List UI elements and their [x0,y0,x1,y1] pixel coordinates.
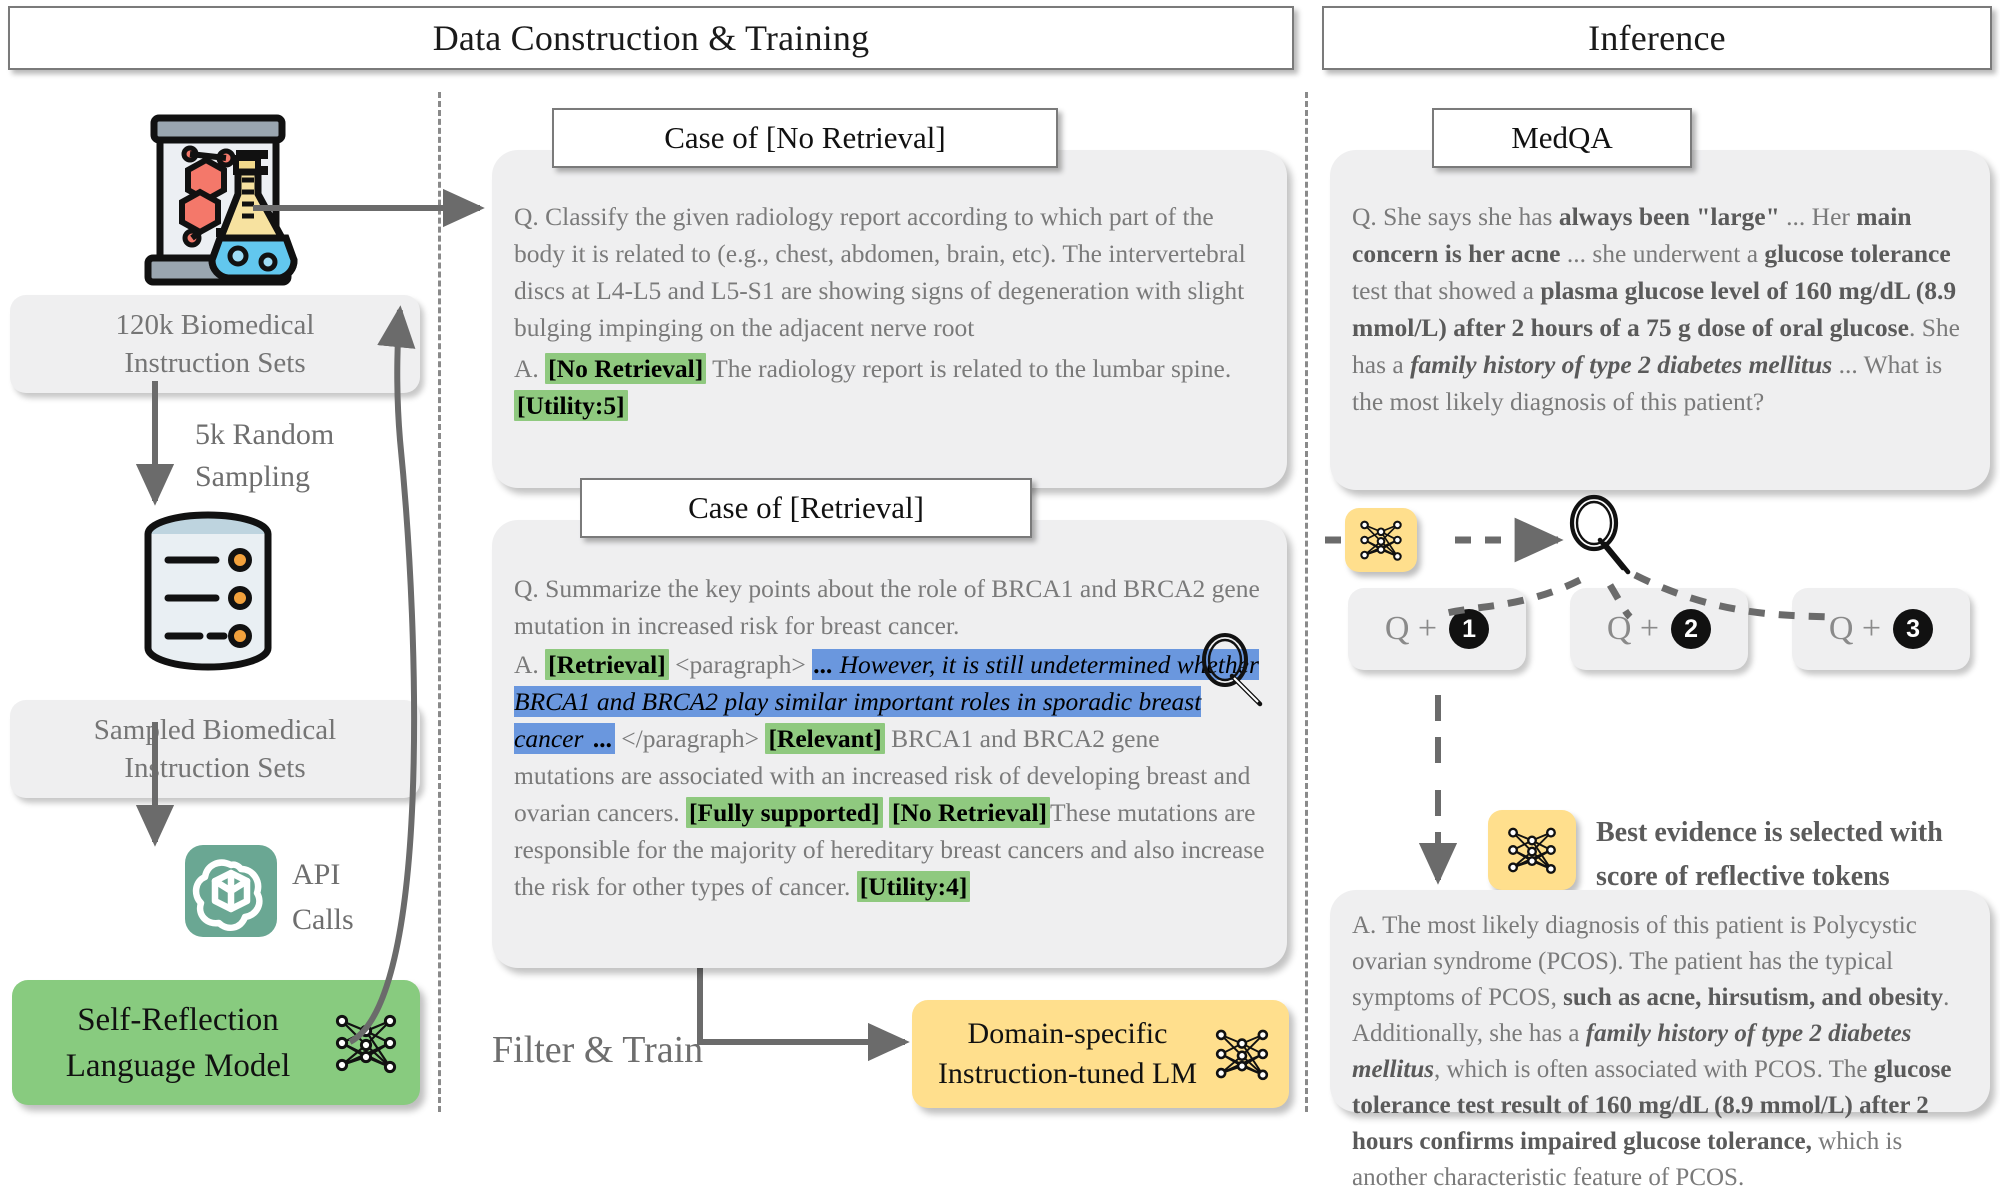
final-a-seg3: , which is often associated with PCOS. T… [1433,1056,1874,1083]
evidence-trail-ellipsis: ... [587,724,613,753]
section-header-right: Inference [1322,6,1992,70]
token-no-retrieval-2: [No Retrieval] [888,797,1051,828]
selection-note-line1: Best evidence is selected with [1596,817,1943,848]
tab-medqa: MedQA [1432,108,1692,168]
source-dataset-line2: Instruction Sets [124,347,306,379]
nr-question-prefix: Q. [514,202,539,231]
candidate-q-1[interactable]: Q + 1 [1348,588,1526,670]
panel-medqa-question: Q. She says she has always been "large" … [1330,150,1990,490]
panel-case-retrieval: Q. Summarize the key points about the ro… [492,520,1287,968]
candidate-2-label: Q + [1606,610,1660,647]
candidate-q-3[interactable]: Q + 3 [1792,588,1970,670]
candidate-3-label: Q + [1828,610,1882,647]
medqa-q-italic1: family history of type 2 diabetes mellit… [1410,350,1833,379]
sampling-label-line1: 5k Random [195,418,335,451]
candidate-1-label: Q + [1384,610,1438,647]
r-question-text: Summarize the key points about the role … [514,574,1260,640]
reflective-model-tile-2[interactable] [1488,810,1576,890]
token-relevant: [Relevant] [765,723,885,754]
filter-train-label: Filter & Train [492,1029,704,1071]
medqa-q-seg1: She says she has [1383,202,1559,231]
candidate-1-number: 1 [1449,609,1490,649]
medqa-question-prefix: Q. [1352,202,1377,231]
section-header-left: Data Construction & Training [8,6,1294,70]
nr-answer-text: The radiology report is related to the l… [706,354,1232,383]
tab-case-retrieval-label: Case of [Retrieval] [688,490,924,525]
section-header-right-label: Inference [1588,18,1726,58]
reflective-model-tile-1[interactable] [1345,508,1417,572]
medqa-q-bold3: glucose tolerance [1764,239,1951,268]
medqa-q-seg3: ... she underwent a [1560,239,1765,268]
final-a-bold1: such as acne, hirsutism, and obesity [1563,984,1944,1011]
sampling-label-line2: Sampling [195,460,311,493]
domain-specific-instruction-tuned-lm[interactable]: Domain-specific Instruction-tuned LM [912,1000,1289,1108]
neural-network-icon [1209,1021,1275,1087]
self-reflection-line2: Language Model [65,1047,291,1084]
target-model-line2: Instruction-tuned LM [937,1057,1198,1090]
token-utility-4: [Utility:4] [856,871,971,902]
chip-source-dataset: 120k Biomedical Instruction Sets [10,295,420,393]
paragraph-open-tag: <paragraph> [675,650,806,679]
divider-left [438,92,441,1112]
evidence-lead-ellipsis: ... [814,650,840,679]
candidate-3-number: 3 [1893,609,1934,649]
token-retrieval: [Retrieval] [545,649,669,680]
tab-case-retrieval: Case of [Retrieval] [580,478,1032,538]
neural-network-icon [328,1005,404,1081]
section-header-left-label: Data Construction & Training [432,18,870,58]
candidate-2-number: 2 [1671,609,1712,649]
source-dataset-line1: 120k Biomedical [115,309,315,341]
divider-right [1305,92,1308,1112]
sampled-dataset-line1: Sampled Biomedical [93,714,337,746]
final-answer-prefix: A. [1352,912,1377,939]
r-question-prefix: Q. [514,574,539,603]
target-model-line1: Domain-specific [967,1017,1168,1050]
medqa-q-seg2: ... Her [1779,202,1857,231]
sampled-dataset-line2: Instruction Sets [124,752,306,784]
openai-logo-icon [185,845,277,937]
figure-root: Data Construction & Training Inference 1… [0,0,2000,1191]
lab-flask-icon [130,110,310,290]
self-reflection-line1: Self-Reflection [77,1001,279,1038]
r-answer-prefix: A. [514,650,539,679]
nr-answer-prefix: A. [514,354,539,383]
token-utility-5: [Utility:5] [514,390,628,421]
token-fully-supported: [Fully supported] [686,797,883,828]
tab-case-no-retrieval-label: Case of [No Retrieval] [664,120,946,155]
nr-question-text: Classify the given radiology report acco… [514,202,1246,342]
api-calls-line2: Calls [292,903,354,936]
retriever-magnifier-icon [1560,492,1640,580]
api-calls-line1: API [292,858,341,891]
medqa-q-seg4: test that showed a [1352,276,1541,305]
magnifier-icon [1192,630,1272,710]
token-no-retrieval: [No Retrieval] [545,353,707,384]
tab-case-no-retrieval: Case of [No Retrieval] [552,108,1058,168]
panel-case-no-retrieval: Q. Classify the given radiology report a… [492,150,1287,488]
paragraph-close-tag: </paragraph> [621,724,760,753]
tab-medqa-label: MedQA [1511,120,1613,155]
medqa-q-bold1: always been "large" [1558,202,1780,231]
self-reflection-language-model[interactable]: Self-Reflection Language Model [12,980,420,1105]
chip-sampled-dataset: Sampled Biomedical Instruction Sets [10,700,420,798]
panel-final-answer: A. The most likely diagnosis of this pat… [1330,890,1990,1191]
database-icon [128,508,288,683]
candidate-q-2[interactable]: Q + 2 [1570,588,1748,670]
